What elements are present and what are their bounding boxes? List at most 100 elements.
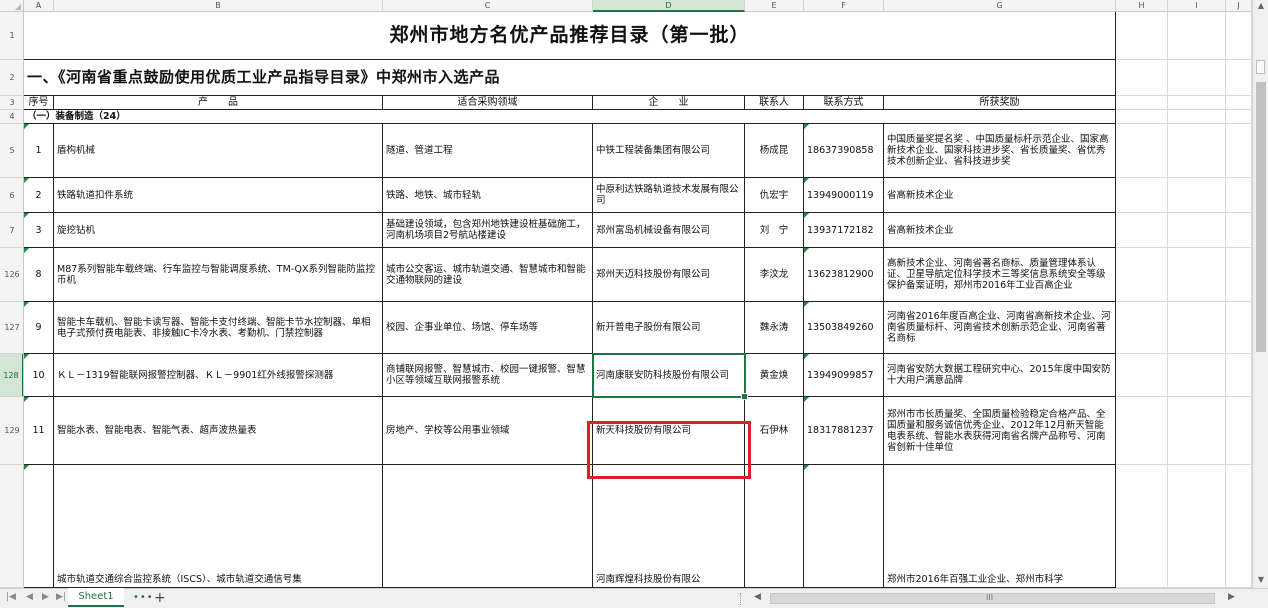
empty-cell[interactable] bbox=[1116, 397, 1168, 465]
header-phone[interactable]: 联系方式 bbox=[804, 96, 884, 110]
scroll-up-icon[interactable]: ▲ bbox=[1253, 0, 1268, 12]
cell-seq[interactable] bbox=[24, 465, 54, 588]
cell-phone[interactable]: 18317881237 bbox=[804, 397, 884, 465]
row-header[interactable]: 6 bbox=[0, 178, 23, 213]
row-header-selected[interactable]: 128 bbox=[0, 354, 23, 397]
row-header[interactable]: 1 bbox=[0, 12, 23, 60]
header-contact[interactable]: 联系人 bbox=[745, 96, 804, 110]
scroll-down-icon[interactable]: ▼ bbox=[1253, 574, 1268, 586]
empty-cell[interactable] bbox=[1226, 354, 1252, 397]
empty-cell[interactable] bbox=[1226, 12, 1252, 60]
empty-cell[interactable] bbox=[1116, 12, 1168, 60]
cell-company[interactable]: 中原利达铁路轨道技术发展有限公司 bbox=[593, 178, 745, 213]
cell-field[interactable] bbox=[383, 465, 593, 588]
cell-field[interactable]: 隧道、管道工程 bbox=[383, 124, 593, 178]
empty-cell[interactable] bbox=[1168, 178, 1226, 213]
more-sheets-icon[interactable]: ••• bbox=[133, 592, 154, 603]
select-all-corner[interactable] bbox=[0, 0, 24, 12]
row-header[interactable]: 127 bbox=[0, 302, 23, 354]
column-header-i[interactable]: I bbox=[1168, 0, 1226, 12]
header-company[interactable]: 企 业 bbox=[593, 96, 745, 110]
cell-seq[interactable]: 11 bbox=[24, 397, 54, 465]
column-header-c[interactable]: C bbox=[383, 0, 593, 12]
cell-seq[interactable]: 10 bbox=[24, 354, 54, 397]
header-award[interactable]: 所获奖励 bbox=[884, 96, 1116, 110]
empty-cell[interactable] bbox=[1116, 110, 1168, 124]
column-header-f[interactable]: F bbox=[804, 0, 884, 12]
cell-contact[interactable]: 李汶龙 bbox=[745, 248, 804, 302]
cell-company[interactable]: 郑州天迈科技股份有限公司 bbox=[593, 248, 745, 302]
column-header-g[interactable]: G bbox=[884, 0, 1116, 12]
empty-cell[interactable] bbox=[1116, 96, 1168, 110]
last-sheet-icon[interactable]: ▶| bbox=[56, 592, 66, 602]
cell-award[interactable]: 河南省2016年度百高企业、河南省高新技术企业、河南省质量标杆、河南省技术创新示… bbox=[884, 302, 1116, 354]
empty-cell[interactable] bbox=[1168, 302, 1226, 354]
cell-seq[interactable]: 2 bbox=[24, 178, 54, 213]
cell-contact[interactable]: 刘 宁 bbox=[745, 213, 804, 248]
empty-cell[interactable] bbox=[1226, 60, 1252, 96]
empty-cell[interactable] bbox=[1226, 397, 1252, 465]
empty-cell[interactable] bbox=[1226, 465, 1252, 588]
cell-company[interactable]: 河南辉煌科技股份有限公 bbox=[593, 465, 745, 588]
vertical-scrollbar[interactable]: ▲ ▼ bbox=[1252, 0, 1268, 588]
cell-phone[interactable]: 13949000119 bbox=[804, 178, 884, 213]
cell-seq[interactable]: 8 bbox=[24, 248, 54, 302]
empty-cell[interactable] bbox=[1226, 213, 1252, 248]
cell-award[interactable]: 河南省安防大数据工程研究中心、2015年度中国安防十大用户满意品牌 bbox=[884, 354, 1116, 397]
cell-field[interactable]: 校园、企事业单位、场馆、停车场等 bbox=[383, 302, 593, 354]
cell-phone[interactable]: 13937172182 bbox=[804, 213, 884, 248]
scroll-right-icon[interactable]: ▶ bbox=[1228, 592, 1235, 602]
empty-cell[interactable] bbox=[1226, 110, 1252, 124]
empty-cell[interactable] bbox=[1168, 96, 1226, 110]
horizontal-scroll-thumb[interactable]: III bbox=[770, 593, 1215, 604]
cell-product[interactable]: 智能水表、智能电表、智能气表、超声波热量表 bbox=[54, 397, 383, 465]
empty-cell[interactable] bbox=[1226, 302, 1252, 354]
cell-seq[interactable]: 3 bbox=[24, 213, 54, 248]
cell-seq[interactable]: 9 bbox=[24, 302, 54, 354]
cell-contact[interactable]: 仇宏宇 bbox=[745, 178, 804, 213]
column-header-j[interactable]: J bbox=[1226, 0, 1252, 12]
cell-contact[interactable]: 黄金焕 bbox=[745, 354, 804, 397]
empty-cell[interactable] bbox=[1116, 124, 1168, 178]
cell-contact[interactable]: 石伊林 bbox=[745, 397, 804, 465]
cell-award[interactable]: 郑州市2016年百强工业企业、郑州市科学 bbox=[884, 465, 1116, 588]
row-header[interactable]: 7 bbox=[0, 213, 23, 248]
cell-field[interactable]: 商铺联网报警、智慧城市、校园一键报警、智慧小区等领域互联网报警系统 bbox=[383, 354, 593, 397]
cell-phone[interactable]: 13623812900 bbox=[804, 248, 884, 302]
cell-seq[interactable]: 1 bbox=[24, 124, 54, 178]
add-sheet-button[interactable]: + bbox=[154, 590, 166, 606]
empty-cell[interactable] bbox=[1116, 248, 1168, 302]
cell-contact[interactable]: 魏永涛 bbox=[745, 302, 804, 354]
cell-award[interactable]: 省高新技术企业 bbox=[884, 213, 1116, 248]
cell-field[interactable]: 铁路、地铁、城市轻轨 bbox=[383, 178, 593, 213]
first-sheet-icon[interactable]: |◀ bbox=[6, 592, 16, 602]
cell-company[interactable]: 中铁工程装备集团有限公司 bbox=[593, 124, 745, 178]
row-header[interactable]: 5 bbox=[0, 124, 23, 178]
cell-contact[interactable] bbox=[745, 465, 804, 588]
row-header[interactable]: 2 bbox=[0, 60, 23, 96]
empty-cell[interactable] bbox=[1168, 12, 1226, 60]
header-seq[interactable]: 序号 bbox=[24, 96, 54, 110]
column-header-d[interactable]: D bbox=[593, 0, 745, 12]
empty-cell[interactable] bbox=[1168, 124, 1226, 178]
empty-cell[interactable] bbox=[1168, 60, 1226, 96]
sheet-title[interactable]: 郑州市地方名优产品推荐目录（第一批） bbox=[24, 12, 1116, 60]
empty-cell[interactable] bbox=[1168, 465, 1226, 588]
header-field[interactable]: 适合采购领域 bbox=[383, 96, 593, 110]
cell-product[interactable]: ＫＬ－1319智能联网报警控制器、ＫＬ－9901红外线报警探测器 bbox=[54, 354, 383, 397]
prev-sheet-icon[interactable]: ◀ bbox=[26, 592, 33, 602]
cell-award[interactable]: 高新技术企业、河南省著名商标、质量管理体系认证、卫星导航定位科学技术三等奖信息系… bbox=[884, 248, 1116, 302]
empty-cell[interactable] bbox=[1116, 213, 1168, 248]
cell-product[interactable]: 盾构机械 bbox=[54, 124, 383, 178]
cell-award[interactable]: 中国质量奖提名奖 、中国质量标杆示范企业、国家高新技术企业、国家科技进步奖、省长… bbox=[884, 124, 1116, 178]
cell-award[interactable]: 郑州市市长质量奖、全国质量检验稳定合格产品、全国质量和服务诚信优秀企业、2012… bbox=[884, 397, 1116, 465]
vertical-scroll-thumb[interactable] bbox=[1256, 82, 1266, 352]
empty-cell[interactable] bbox=[1226, 96, 1252, 110]
row-header[interactable]: 126 bbox=[0, 248, 23, 302]
empty-cell[interactable] bbox=[1226, 248, 1252, 302]
column-header-h[interactable]: H bbox=[1116, 0, 1168, 12]
cell-award[interactable]: 省高新技术企业 bbox=[884, 178, 1116, 213]
column-header-b[interactable]: B bbox=[54, 0, 383, 12]
empty-cell[interactable] bbox=[1116, 302, 1168, 354]
cell-phone[interactable]: 18637390858 bbox=[804, 124, 884, 178]
